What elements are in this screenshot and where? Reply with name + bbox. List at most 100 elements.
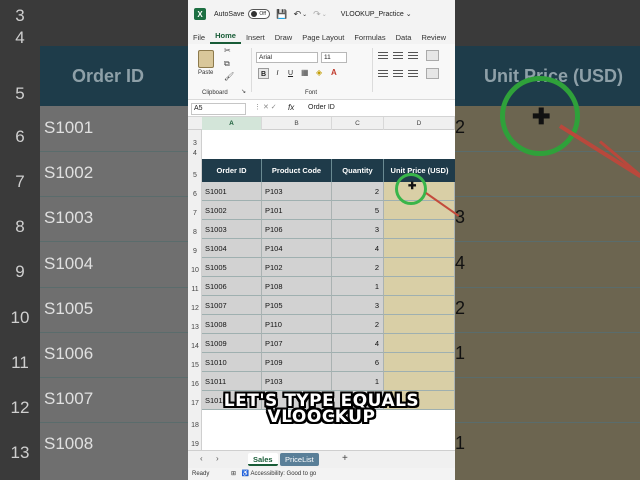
cell-quantity[interactable]: 4 [332, 239, 384, 258]
row-header[interactable]: 16 [188, 381, 202, 388]
cell-order-id[interactable]: S1011 [202, 372, 262, 391]
copy-icon[interactable]: ⧉ [224, 59, 230, 69]
column-header-c[interactable]: C [332, 117, 384, 130]
redo-icon[interactable]: ↷ [313, 9, 321, 20]
align-right-icon[interactable] [408, 70, 418, 79]
cell-product-code[interactable]: P103 [262, 372, 332, 391]
align-middle-icon[interactable] [393, 52, 403, 61]
align-left-icon[interactable] [378, 70, 388, 79]
row-header[interactable]: 13 [188, 324, 202, 331]
cell-product-code[interactable]: P101 [262, 201, 332, 220]
wrap-text-icon[interactable] [426, 68, 439, 79]
tab-file[interactable]: File [188, 33, 210, 44]
cell-unit-price[interactable] [384, 296, 455, 315]
align-center-icon[interactable] [393, 70, 403, 79]
name-box[interactable]: A5 [191, 103, 246, 115]
italic-button[interactable]: I [272, 68, 283, 79]
font-name-select[interactable]: Arial [256, 52, 318, 63]
cell-unit-price[interactable] [384, 353, 455, 372]
cell-quantity[interactable]: 3 [332, 296, 384, 315]
sheet-tab-sales[interactable]: Sales [248, 453, 278, 466]
cell-product-code[interactable]: P103 [262, 182, 332, 201]
row-header[interactable]: 6 [188, 191, 202, 198]
borders-icon[interactable]: ▦ [301, 68, 309, 77]
formula-input[interactable]: Order ID [308, 104, 335, 111]
underline-button[interactable]: U [285, 68, 296, 79]
cell-quantity[interactable]: 3 [332, 220, 384, 239]
cell-order-id[interactable]: S1001 [202, 182, 262, 201]
cell-unit-price[interactable] [384, 239, 455, 258]
cell-quantity[interactable]: 5 [332, 201, 384, 220]
accessibility-status[interactable]: Accessibility: Good to go [251, 471, 317, 477]
cell-product-code[interactable]: P108 [262, 277, 332, 296]
cell-order-id[interactable]: S1002 [202, 201, 262, 220]
cell-product-code[interactable]: P102 [262, 258, 332, 277]
tab-insert[interactable]: Insert [241, 33, 270, 44]
cell-unit-price[interactable] [384, 258, 455, 277]
undo-icon[interactable]: ↶ [294, 9, 302, 20]
align-top-icon[interactable] [378, 52, 388, 61]
cell-order-id[interactable]: S1004 [202, 239, 262, 258]
cell-quantity[interactable]: 1 [332, 277, 384, 296]
cell-order-id[interactable]: S1010 [202, 353, 262, 372]
font-size-select[interactable]: 11 [321, 52, 347, 63]
autosave-toggle[interactable]: Off [248, 9, 271, 19]
tab-formulas[interactable]: Formulas [349, 33, 390, 44]
row-header[interactable]: 8 [188, 229, 202, 236]
chevron-left-icon[interactable]: ‹ [200, 454, 203, 463]
table-header-order-id[interactable]: Order ID [202, 159, 262, 182]
table-header-product-code[interactable]: Product Code [262, 159, 332, 182]
cell-product-code[interactable]: P104 [262, 239, 332, 258]
row-header[interactable]: 5 [188, 172, 202, 179]
fill-color-icon[interactable]: ◈ [316, 68, 322, 77]
cell-quantity[interactable]: 6 [332, 353, 384, 372]
tab-data[interactable]: Data [391, 33, 417, 44]
row-header[interactable]: 14 [188, 343, 202, 350]
bold-button[interactable]: B [258, 68, 269, 79]
row-header[interactable]: 15 [188, 362, 202, 369]
tab-review[interactable]: Review [416, 33, 451, 44]
cell-unit-price[interactable] [384, 334, 455, 353]
column-header-b[interactable]: B [262, 117, 332, 130]
cell-order-id[interactable]: S1005 [202, 258, 262, 277]
row-header[interactable]: 7 [188, 210, 202, 217]
cell-unit-price[interactable] [384, 372, 455, 391]
cell-quantity[interactable]: 2 [332, 315, 384, 334]
chevron-down-icon[interactable]: ⌄ [322, 11, 327, 18]
row-header[interactable]: 3 [188, 140, 202, 147]
cell-product-code[interactable]: P107 [262, 334, 332, 353]
cell-quantity[interactable]: 1 [332, 372, 384, 391]
cell-unit-price[interactable] [384, 220, 455, 239]
insert-function-icon[interactable]: fx [288, 103, 294, 112]
cell-product-code[interactable]: P110 [262, 315, 332, 334]
cell-product-code[interactable]: P105 [262, 296, 332, 315]
orientation-icon[interactable] [426, 50, 439, 61]
chevron-right-icon[interactable]: › [216, 454, 219, 463]
chevron-down-icon[interactable]: ⌄ [302, 11, 307, 18]
cell-order-id[interactable]: S1007 [202, 296, 262, 315]
cell-product-code[interactable]: P109 [262, 353, 332, 372]
cell-quantity[interactable]: 4 [332, 334, 384, 353]
add-sheet-button[interactable]: + [342, 453, 348, 464]
tab-page-layout[interactable]: Page Layout [297, 33, 349, 44]
cell-order-id[interactable]: S1008 [202, 315, 262, 334]
cell-unit-price[interactable] [384, 277, 455, 296]
cell-unit-price[interactable] [384, 315, 455, 334]
row-header[interactable]: 4 [188, 150, 202, 157]
align-bottom-icon[interactable] [408, 52, 418, 61]
tab-draw[interactable]: Draw [270, 33, 298, 44]
column-header-a[interactable]: A [202, 117, 262, 130]
row-header[interactable]: 11 [188, 286, 202, 293]
row-header[interactable]: 19 [188, 441, 202, 448]
save-icon[interactable]: 💾 [276, 9, 287, 20]
cell-order-id[interactable]: S1009 [202, 334, 262, 353]
cut-icon[interactable]: ✂ [224, 46, 231, 55]
table-header-quantity[interactable]: Quantity [332, 159, 384, 182]
paste-button[interactable] [198, 50, 216, 70]
macro-record-icon[interactable]: ⊞ [231, 471, 236, 477]
font-color-icon[interactable]: A [331, 68, 337, 77]
tab-home[interactable]: Home [210, 31, 241, 44]
row-header[interactable]: 10 [188, 267, 202, 274]
formula-bar-controls-icon[interactable]: ⋮ ✕ ✓ [254, 103, 277, 111]
column-header-d[interactable]: D [384, 117, 455, 130]
